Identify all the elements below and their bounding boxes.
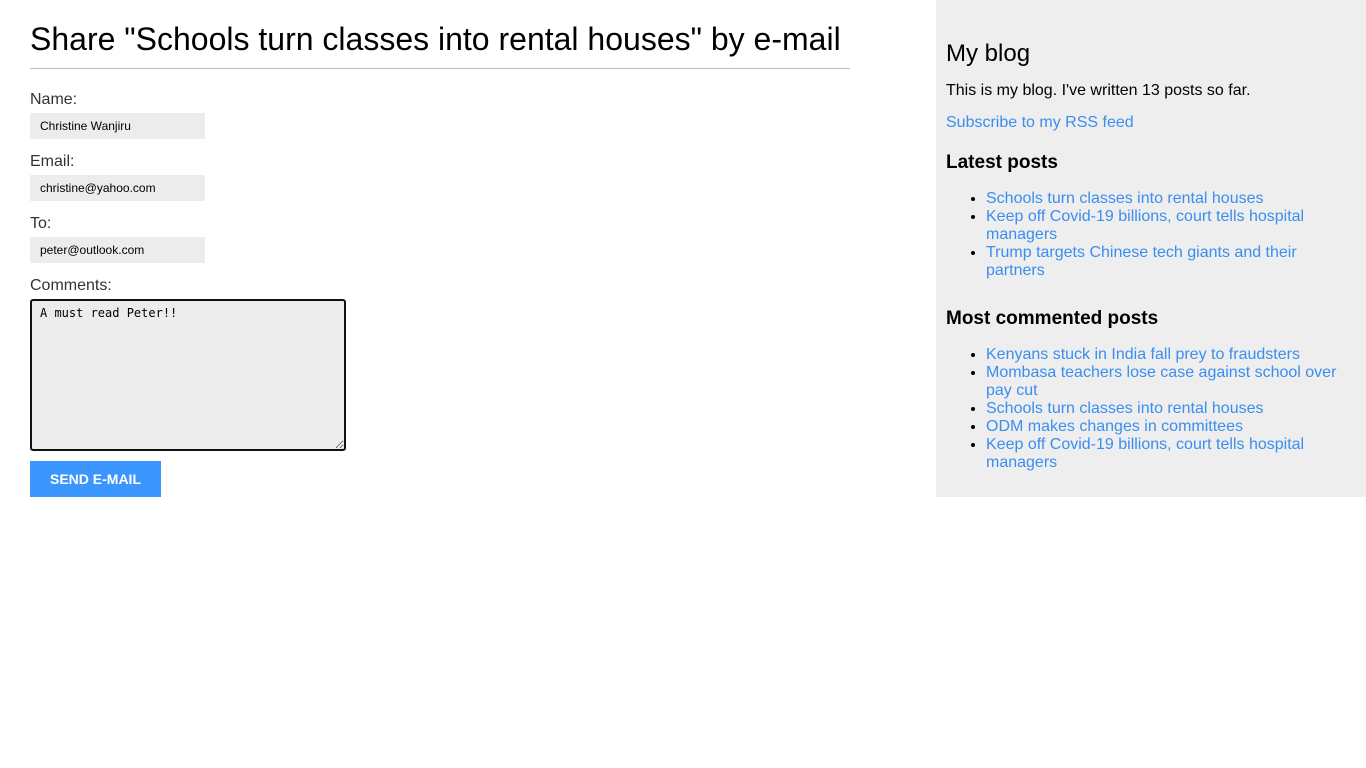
blog-description: This is my blog. I've written 13 posts s…: [946, 82, 1251, 99]
most-commented-post-link[interactable]: Keep off Covid-19 billions, court tells …: [986, 436, 1304, 471]
name-input[interactable]: [30, 113, 205, 139]
list-item: Mombasa teachers lose case against schoo…: [986, 364, 1356, 400]
send-email-button[interactable]: Send e-mail: [30, 461, 161, 497]
main-content: Share "Schools turn classes into rental …: [30, 0, 850, 497]
latest-post-link[interactable]: Schools turn classes into rental houses: [986, 190, 1263, 207]
comments-textarea[interactable]: A must read Peter!!: [30, 299, 346, 451]
rss-feed-link[interactable]: Subscribe to my RSS feed: [946, 114, 1134, 131]
name-label: Name:: [30, 91, 78, 108]
list-item: Keep off Covid-19 billions, court tells …: [986, 208, 1356, 244]
most-commented-post-link[interactable]: ODM makes changes in committees: [986, 418, 1243, 435]
most-commented-post-link[interactable]: Mombasa teachers lose case against schoo…: [986, 364, 1336, 399]
to-label: To:: [30, 215, 52, 232]
list-item: Schools turn classes into rental houses: [986, 400, 1356, 418]
most-commented-list: Kenyans stuck in India fall prey to frau…: [946, 346, 1356, 472]
list-item: Trump targets Chinese tech giants and th…: [986, 244, 1356, 280]
latest-post-link[interactable]: Trump targets Chinese tech giants and th…: [986, 244, 1297, 279]
to-input[interactable]: [30, 237, 205, 263]
latest-post-link[interactable]: Keep off Covid-19 billions, court tells …: [986, 208, 1304, 243]
most-commented-post-link[interactable]: Kenyans stuck in India fall prey to frau…: [986, 346, 1300, 363]
sidebar-title: My blog: [946, 40, 1031, 67]
page-title: Share "Schools turn classes into rental …: [30, 20, 850, 69]
sidebar: My blog This is my blog. I've written 13…: [936, 0, 1366, 497]
list-item: ODM makes changes in committees: [986, 418, 1356, 436]
share-form: Name: Email: To: Comments: A must read P…: [30, 91, 850, 497]
list-item: Keep off Covid-19 billions, court tells …: [986, 436, 1356, 472]
comments-label: Comments:: [30, 277, 112, 294]
list-item: Kenyans stuck in India fall prey to frau…: [986, 346, 1356, 364]
most-commented-post-link[interactable]: Schools turn classes into rental houses: [986, 400, 1263, 417]
latest-posts-list: Schools turn classes into rental houses …: [946, 190, 1356, 280]
most-commented-heading: Most commented posts: [946, 308, 1159, 329]
email-input[interactable]: [30, 175, 205, 201]
list-item: Schools turn classes into rental houses: [986, 190, 1356, 208]
email-label: Email:: [30, 153, 75, 170]
latest-posts-heading: Latest posts: [946, 152, 1058, 173]
